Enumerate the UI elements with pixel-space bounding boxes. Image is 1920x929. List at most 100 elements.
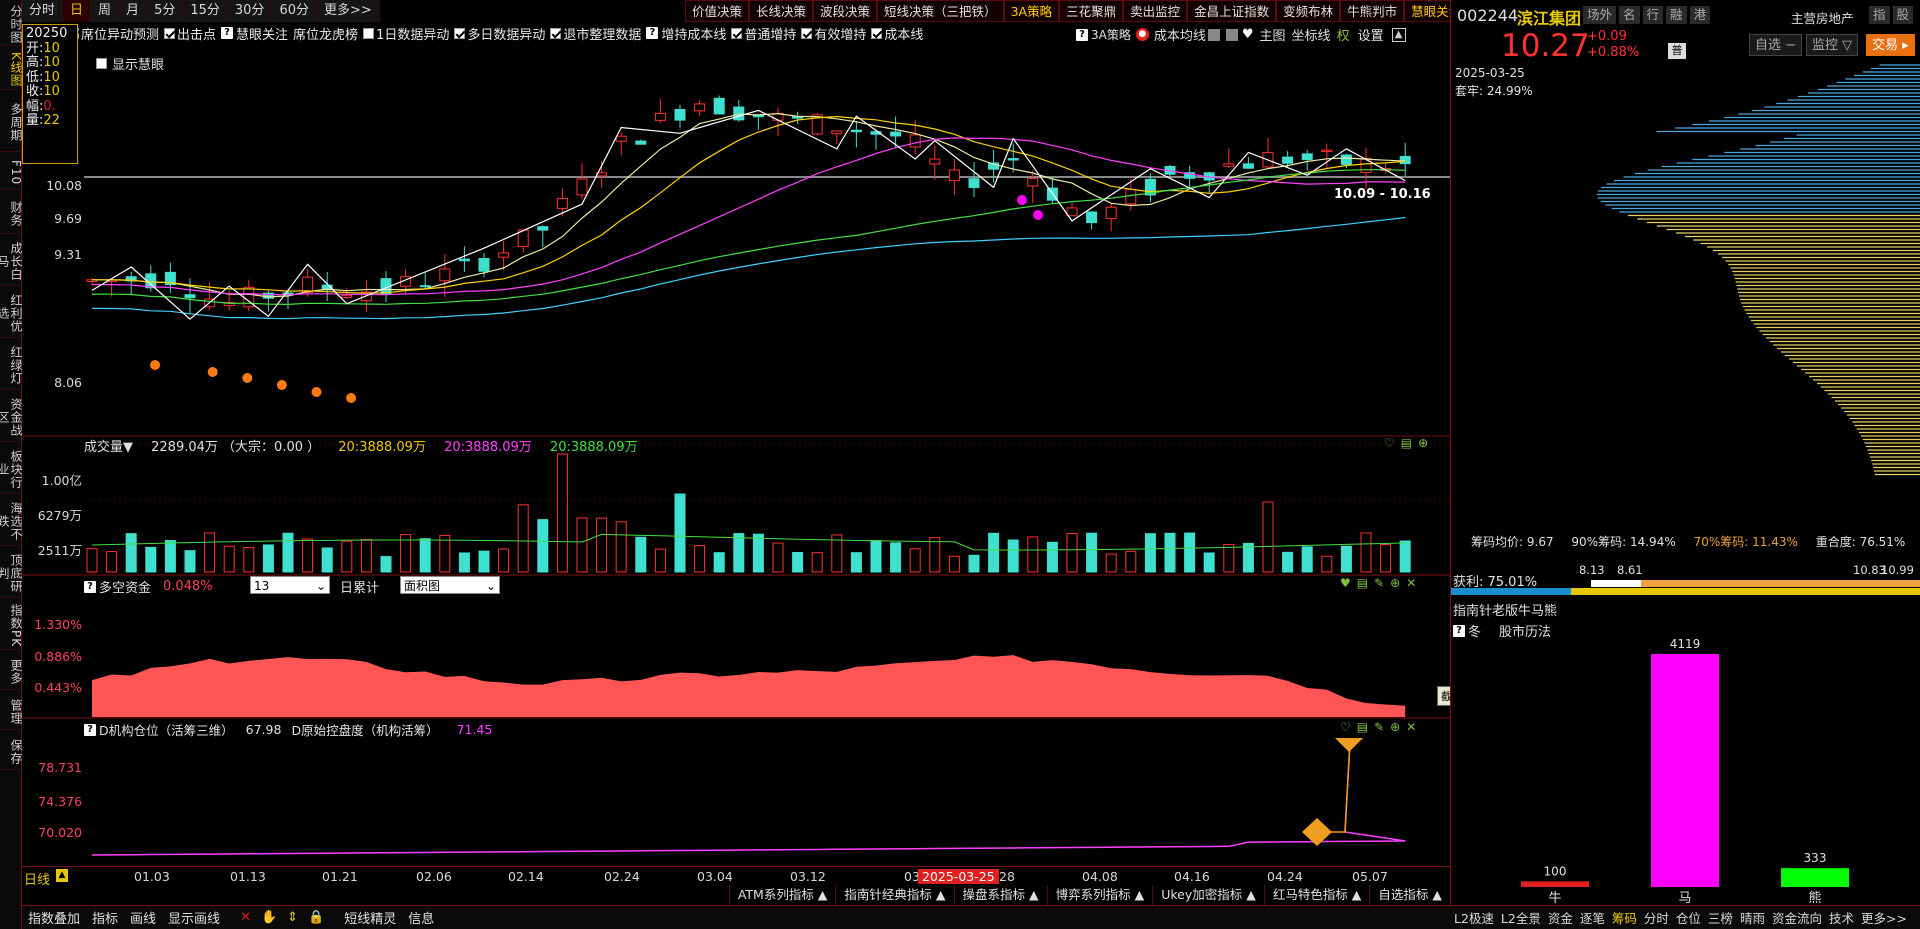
volume-bar	[86, 548, 98, 573]
volume-big: （大宗：0.00 ）	[222, 440, 321, 455]
right-tab-1[interactable]: L2全景	[1501, 908, 1541, 927]
volume-bar	[1086, 532, 1098, 573]
bull-bar-label-2: 熊	[1808, 890, 1821, 905]
inst-title: D机构仓位（活筹三维）	[99, 723, 234, 738]
indicator-menu-5[interactable]: 红马特色指标 ▲	[1263, 885, 1370, 905]
volume-bar	[164, 540, 176, 573]
save-icon[interactable]: ▤	[1401, 436, 1412, 450]
monitor-button[interactable]: 监控 ▽	[1806, 34, 1859, 56]
date-label-12: 04.16	[1174, 869, 1210, 884]
right-tab-3[interactable]: 逐笔	[1580, 908, 1605, 927]
right-tab-10[interactable]: 技术	[1829, 908, 1854, 927]
date-label-13: 04.24	[1267, 869, 1303, 884]
indicator-menu-6[interactable]: 自选指标 ▲	[1369, 885, 1450, 905]
bottom-tool-5[interactable]: 信息	[408, 908, 434, 927]
volume-bar	[1105, 553, 1117, 573]
bottom-tool-3[interactable]: 显示画线	[168, 908, 220, 927]
right-tab-0[interactable]: L2极速	[1454, 908, 1494, 927]
bottom-tool-4[interactable]: 短线精灵	[344, 908, 396, 927]
heart-icon[interactable]: ♡	[1340, 720, 1351, 734]
fund-help-icon[interactable]: ?	[84, 580, 96, 593]
volume-bar	[909, 548, 921, 573]
period-up-icon[interactable]: ▲	[56, 869, 68, 882]
right-tab-8[interactable]: 晴雨	[1740, 908, 1765, 927]
inst-help-icon[interactable]: ?	[84, 723, 96, 736]
volume-bar	[184, 550, 196, 573]
trade-button[interactable]: 交易 ▸	[1866, 34, 1915, 56]
right-tab-5[interactable]: 分时	[1644, 908, 1669, 927]
stock-tag-4[interactable]: 港	[1689, 6, 1711, 24]
heart-icon[interactable]: ♥	[1340, 576, 1351, 590]
zoom-icon[interactable]: ⊕	[1418, 436, 1428, 450]
triangle-marker	[1335, 738, 1363, 752]
save-icon[interactable]: ▤	[1357, 576, 1368, 590]
date-label-10: 28	[999, 869, 1015, 884]
stock-tag-2[interactable]: 行	[1642, 6, 1664, 24]
indicator-menu-4[interactable]: Ukey加密指标 ▲	[1152, 885, 1264, 905]
chip-90-label: 90%筹码:	[1571, 535, 1627, 549]
indicator-menu-1[interactable]: 指南针经典指标 ▲	[835, 885, 953, 905]
bull-bar-value-1: 4119	[1670, 637, 1701, 651]
close-icon[interactable]: ✕	[240, 910, 251, 925]
right-tab-7[interactable]: 三榜	[1708, 908, 1733, 927]
date-label-0: 01.03	[134, 869, 170, 884]
bottom-tool-2[interactable]: 画线	[130, 908, 156, 927]
volume-axis-label-0: 1.00亿	[41, 473, 82, 488]
stock-tag-0[interactable]: 场外	[1583, 6, 1617, 24]
volume-bar	[204, 532, 216, 573]
chip-distribution-chart[interactable]	[1451, 60, 1920, 530]
hand-icon[interactable]: ✋	[261, 910, 277, 925]
zoom-icon[interactable]: ⊕	[1390, 720, 1400, 734]
pin-icon[interactable]: ✎	[1374, 720, 1384, 734]
heart-icon[interactable]: ♡	[1384, 436, 1395, 450]
indicator-menu-3[interactable]: 博弈系列指标 ▲	[1046, 885, 1153, 905]
right-tag-1[interactable]: 股	[1892, 6, 1914, 24]
fund-style-select[interactable]: 面积图 ⌄	[400, 576, 500, 594]
indicator-menu-0[interactable]: ATM系列指标 ▲	[728, 885, 836, 905]
save-icon[interactable]: ▤	[1357, 720, 1368, 734]
indicator-menu-2[interactable]: 操盘系指标 ▲	[953, 885, 1047, 905]
signal-dot	[346, 393, 357, 403]
stock-tag-1[interactable]: 名	[1619, 6, 1640, 24]
pin-icon[interactable]: ✎	[1374, 576, 1384, 590]
stock-tag-3[interactable]: 融	[1666, 6, 1687, 24]
lock-icon[interactable]: 🔒	[308, 910, 324, 925]
move-icon[interactable]: ⇕	[287, 910, 298, 925]
bottom-tool-1[interactable]: 指标	[92, 908, 118, 927]
right-tag-0[interactable]: 指	[1869, 6, 1890, 24]
volume-title[interactable]: 成交量▼	[84, 440, 133, 455]
right-tab-4[interactable]: 筹码	[1612, 908, 1637, 927]
volume-bar	[929, 537, 941, 573]
stock-name[interactable]: 滨江集团	[1517, 5, 1581, 29]
right-tab-2[interactable]: 资金	[1548, 908, 1573, 927]
add-watchlist-button[interactable]: 自选 −	[1749, 34, 1803, 56]
volume-bar	[478, 550, 490, 573]
right-tab-11[interactable]: 更多>>	[1861, 908, 1907, 927]
price-axis-label-3: 8.06	[54, 375, 82, 390]
right-tab-9[interactable]: 资金流向	[1772, 908, 1822, 927]
fund-period-select[interactable]: 13 ⌄	[250, 576, 330, 594]
chip-avg: 9.67	[1526, 535, 1554, 549]
zoom-icon[interactable]: ⊕	[1390, 576, 1400, 590]
zigzag-line	[91, 109, 1406, 320]
volume-bar	[419, 538, 431, 573]
candle-body	[498, 252, 510, 258]
candle-body	[850, 129, 862, 133]
chip-70-label: 70%筹码:	[1693, 535, 1749, 549]
close-icon[interactable]: ✕	[1406, 720, 1416, 734]
bottom-tool-0[interactable]: 指数叠加	[28, 908, 80, 927]
pu-badge: 普	[1668, 43, 1686, 59]
volume-bar	[1399, 540, 1411, 573]
volume-bar	[341, 540, 353, 573]
volume-bar	[948, 555, 960, 573]
chip-scale-label-1: 8.61	[1617, 563, 1643, 577]
volume-bar	[772, 542, 784, 573]
right-tab-6[interactable]: 仓位	[1676, 908, 1701, 927]
inst-panel-icons: ♡ ▤ ✎ ⊕ ✕	[1340, 720, 1416, 734]
close-icon[interactable]: ✕	[1406, 576, 1416, 590]
fund-value: 0.048%	[163, 579, 213, 594]
volume-ma3: 20:3888.09万	[549, 440, 638, 455]
volume-bar	[890, 542, 902, 573]
candle-body	[1007, 158, 1019, 161]
profit-bar	[1451, 580, 1920, 596]
